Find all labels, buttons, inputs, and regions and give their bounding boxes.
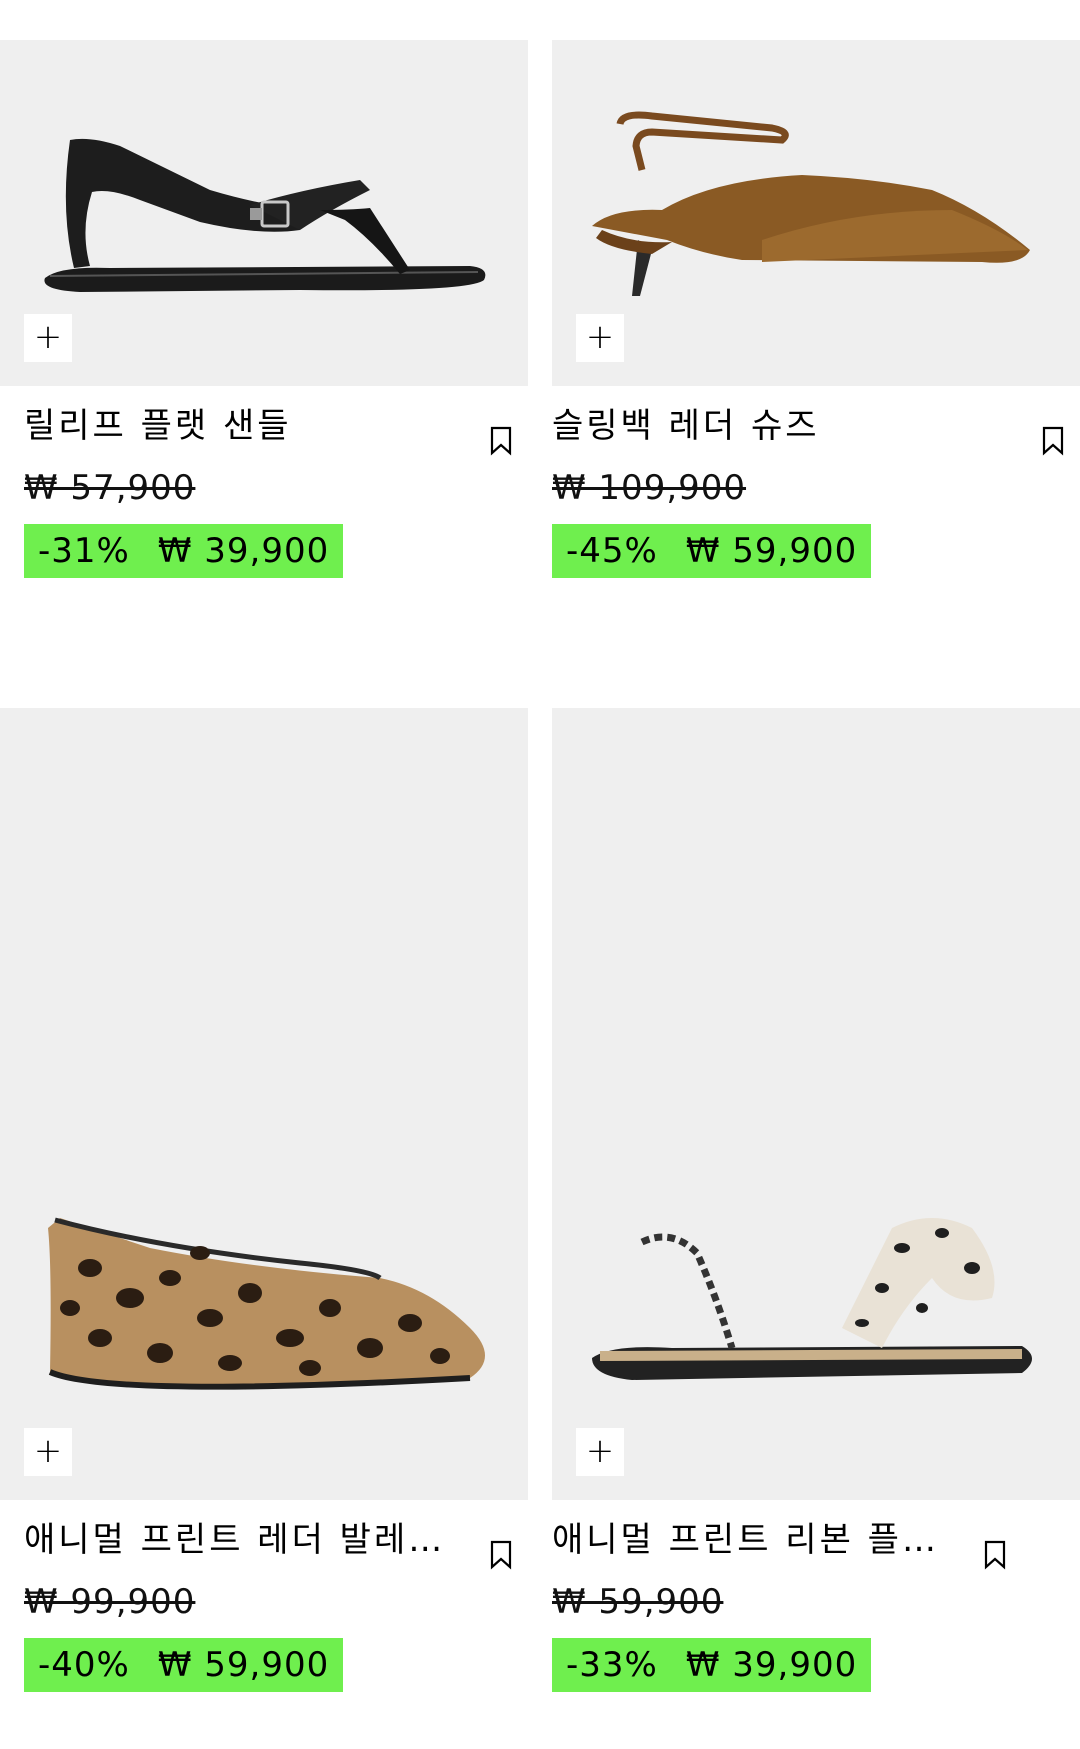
sale-badge: -33% ₩ 39,900 <box>552 1638 872 1692</box>
original-price: ₩ 99,900 <box>24 1582 196 1622</box>
product-image[interactable]: + <box>0 40 528 386</box>
plus-icon: + <box>33 1430 63 1471</box>
leopard-bow-sandal-illustration <box>592 1218 1032 1380</box>
product-card[interactable]: + 애니멀 프린트 리본 플… ₩ 59,900 -33% ₩ 39,900 <box>552 708 1080 1692</box>
product-name[interactable]: 릴리프 플랫 샌들 <box>24 404 444 448</box>
sale-price: ₩ 59,900 <box>157 1645 330 1685</box>
bookmark-icon[interactable] <box>490 1540 512 1570</box>
product-card[interactable]: + 슬링백 레더 슈즈 ₩ 109,900 -45% ₩ 59,900 <box>552 40 1080 578</box>
product-image[interactable]: + <box>552 708 1080 1500</box>
original-price: ₩ 57,900 <box>24 468 196 508</box>
discount-percent: -45% <box>566 531 658 571</box>
brown-slingback-illustration <box>592 111 1030 296</box>
add-to-cart-button[interactable]: + <box>576 314 624 362</box>
bookmark-icon[interactable] <box>1042 426 1064 456</box>
add-to-cart-button[interactable]: + <box>576 1428 624 1476</box>
add-to-cart-button[interactable]: + <box>24 314 72 362</box>
sale-badge: -45% ₩ 59,900 <box>552 524 872 578</box>
product-image[interactable]: + <box>0 708 528 1500</box>
product-image[interactable]: + <box>552 40 1080 386</box>
product-name[interactable]: 애니멀 프린트 리본 플… <box>552 1518 972 1562</box>
sale-badge: -40% ₩ 59,900 <box>24 1638 344 1692</box>
discount-percent: -31% <box>38 531 130 571</box>
add-to-cart-button[interactable]: + <box>24 1428 72 1476</box>
sale-price: ₩ 39,900 <box>685 1645 858 1685</box>
discount-percent: -40% <box>38 1645 130 1685</box>
plus-icon: + <box>585 316 615 357</box>
product-card[interactable]: + 릴리프 플랫 샌들 ₩ 57,900 -31% ₩ 39,900 <box>0 40 528 578</box>
bookmark-icon[interactable] <box>984 1540 1006 1570</box>
product-name[interactable]: 슬링백 레더 슈즈 <box>552 404 972 448</box>
sale-price: ₩ 59,900 <box>685 531 858 571</box>
product-grid: + 릴리프 플랫 샌들 ₩ 57,900 -31% ₩ 39,900 + 슬링백 … <box>0 0 1080 1749</box>
product-card[interactable]: + 애니멀 프린트 레더 발레… ₩ 99,900 -40% ₩ 59,900 <box>0 708 528 1692</box>
original-price: ₩ 109,900 <box>552 468 747 508</box>
bookmark-icon[interactable] <box>490 426 512 456</box>
sale-price: ₩ 39,900 <box>157 531 330 571</box>
plus-icon: + <box>585 1430 615 1471</box>
product-name[interactable]: 애니멀 프린트 레더 발레… <box>24 1518 444 1562</box>
black-thong-sandal-illustration <box>44 138 486 292</box>
leopard-ballet-flat-illustration <box>48 1217 485 1390</box>
discount-percent: -33% <box>566 1645 658 1685</box>
sale-badge: -31% ₩ 39,900 <box>24 524 344 578</box>
original-price: ₩ 59,900 <box>552 1582 724 1622</box>
plus-icon: + <box>33 316 63 357</box>
